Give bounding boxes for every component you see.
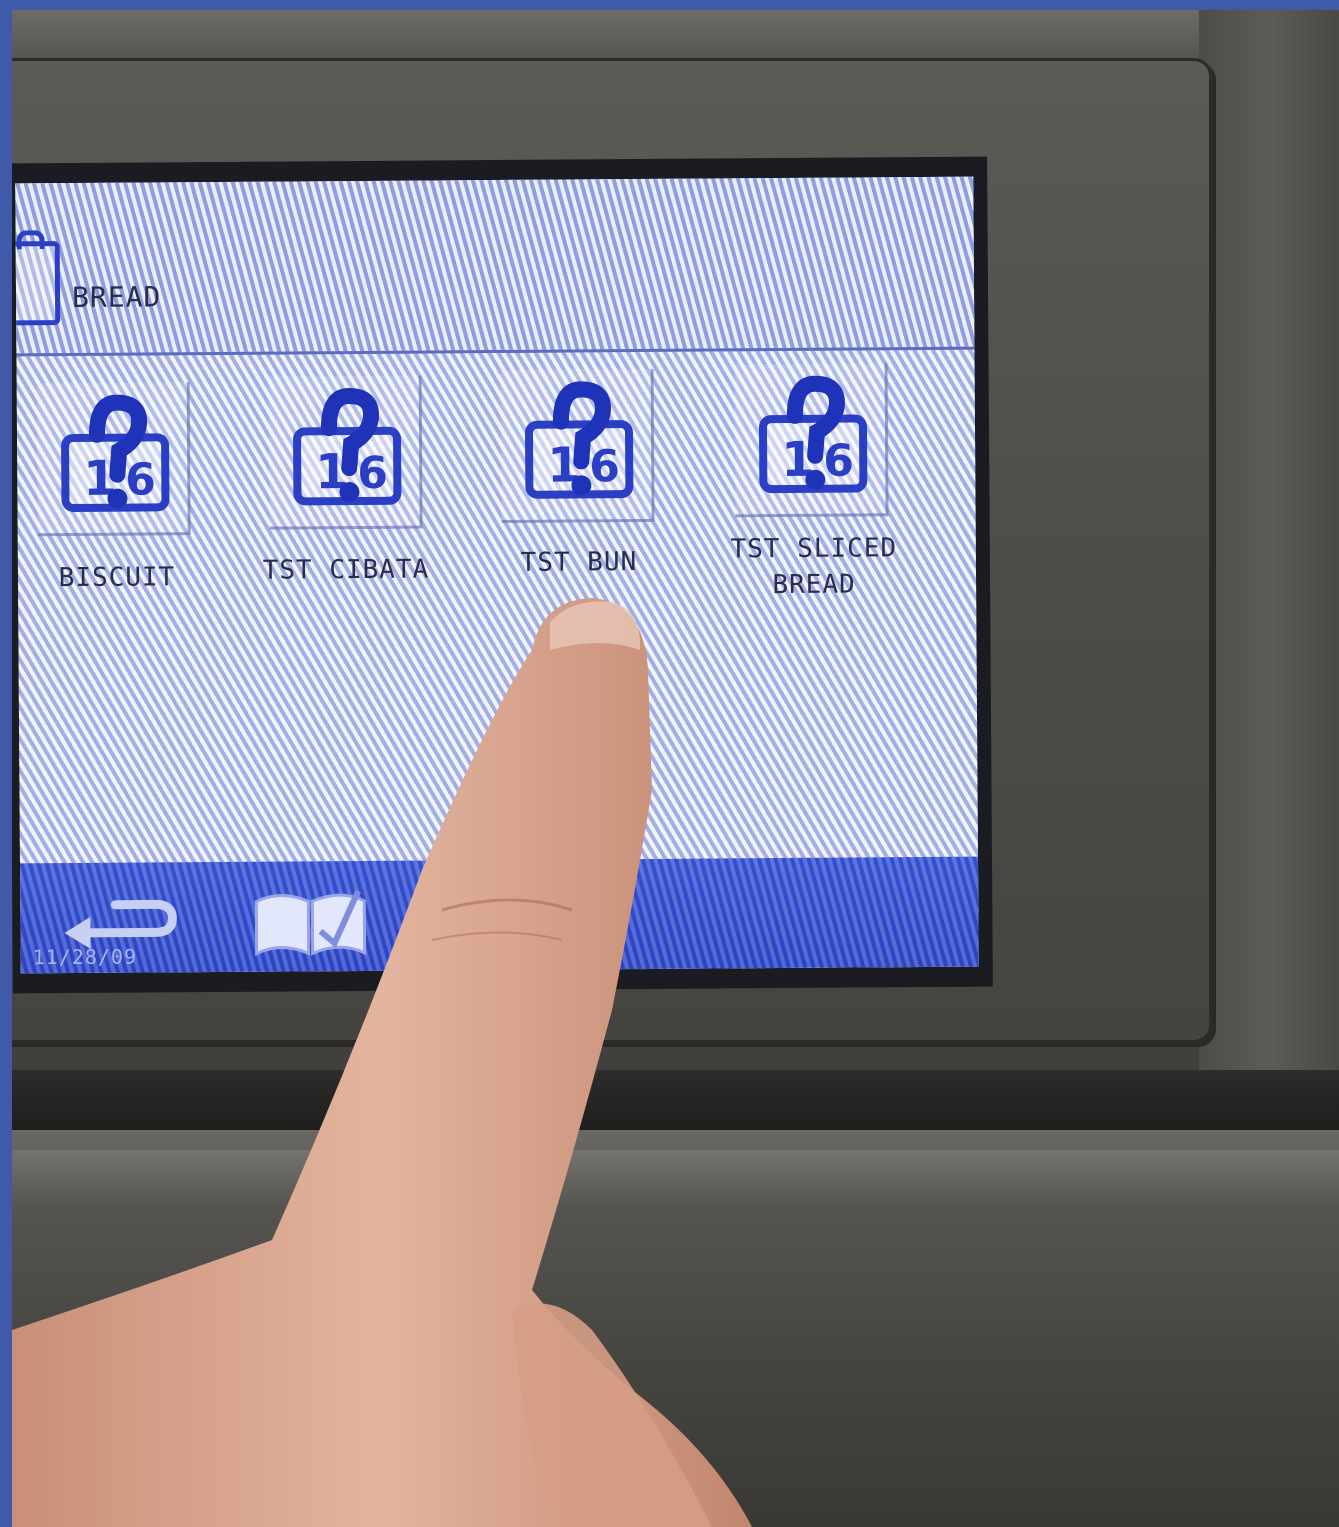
recipe-tile-tst-cibata[interactable]: 1 6 — [268, 375, 423, 537]
recipe-tile-biscuit[interactable]: 1 6 — [36, 382, 191, 543]
bottom-nav-bar: 11/28/09 — [20, 856, 979, 974]
oven-handle-gap — [12, 1070, 1339, 1130]
touchscreen: BREAD 1 6 BISCUIT 1 6 TST CIBATA 1 6 TST… — [12, 156, 993, 994]
question-mark-bag-icon: 1 6 — [525, 381, 634, 499]
question-mark-bag-icon: 1 6 — [293, 388, 402, 506]
oven-side-panel — [1199, 10, 1339, 1110]
category-header: BREAD — [15, 176, 975, 357]
question-mark-bag-icon: 1 6 — [758, 375, 868, 494]
date-display: 11/28/09 — [32, 944, 138, 970]
tile-label-biscuit: BISCUIT — [58, 562, 176, 594]
tile-label-bread: BREAD — [772, 569, 856, 601]
svg-text:6: 6 — [589, 441, 620, 492]
oven-photo: BREAD 1 6 BISCUIT 1 6 TST CIBATA 1 6 TST… — [12, 10, 1339, 1527]
touchscreen-display: BREAD 1 6 BISCUIT 1 6 TST CIBATA 1 6 TST… — [15, 176, 979, 974]
tile-label-tst-sliced: TST SLICED — [730, 533, 898, 565]
category-title: BREAD — [71, 280, 162, 314]
recipe-book-button[interactable] — [250, 881, 371, 962]
svg-text:6: 6 — [357, 448, 388, 499]
tile-label-tst-cibata: TST CIBATA — [262, 554, 430, 586]
svg-text:6: 6 — [125, 454, 156, 505]
bread-bag-icon — [15, 241, 61, 326]
oven-door-reflection — [12, 1150, 1339, 1210]
question-mark-bag-icon: 1 6 — [61, 394, 170, 512]
recipe-book-icon — [254, 889, 367, 957]
tile-label-tst-bun: TST BUN — [520, 547, 638, 578]
recipe-tile-tst-sliced-bread[interactable]: 1 6 — [734, 363, 889, 524]
svg-text:6: 6 — [823, 436, 854, 487]
recipe-tile-tst-bun[interactable]: 1 6 — [500, 368, 655, 530]
